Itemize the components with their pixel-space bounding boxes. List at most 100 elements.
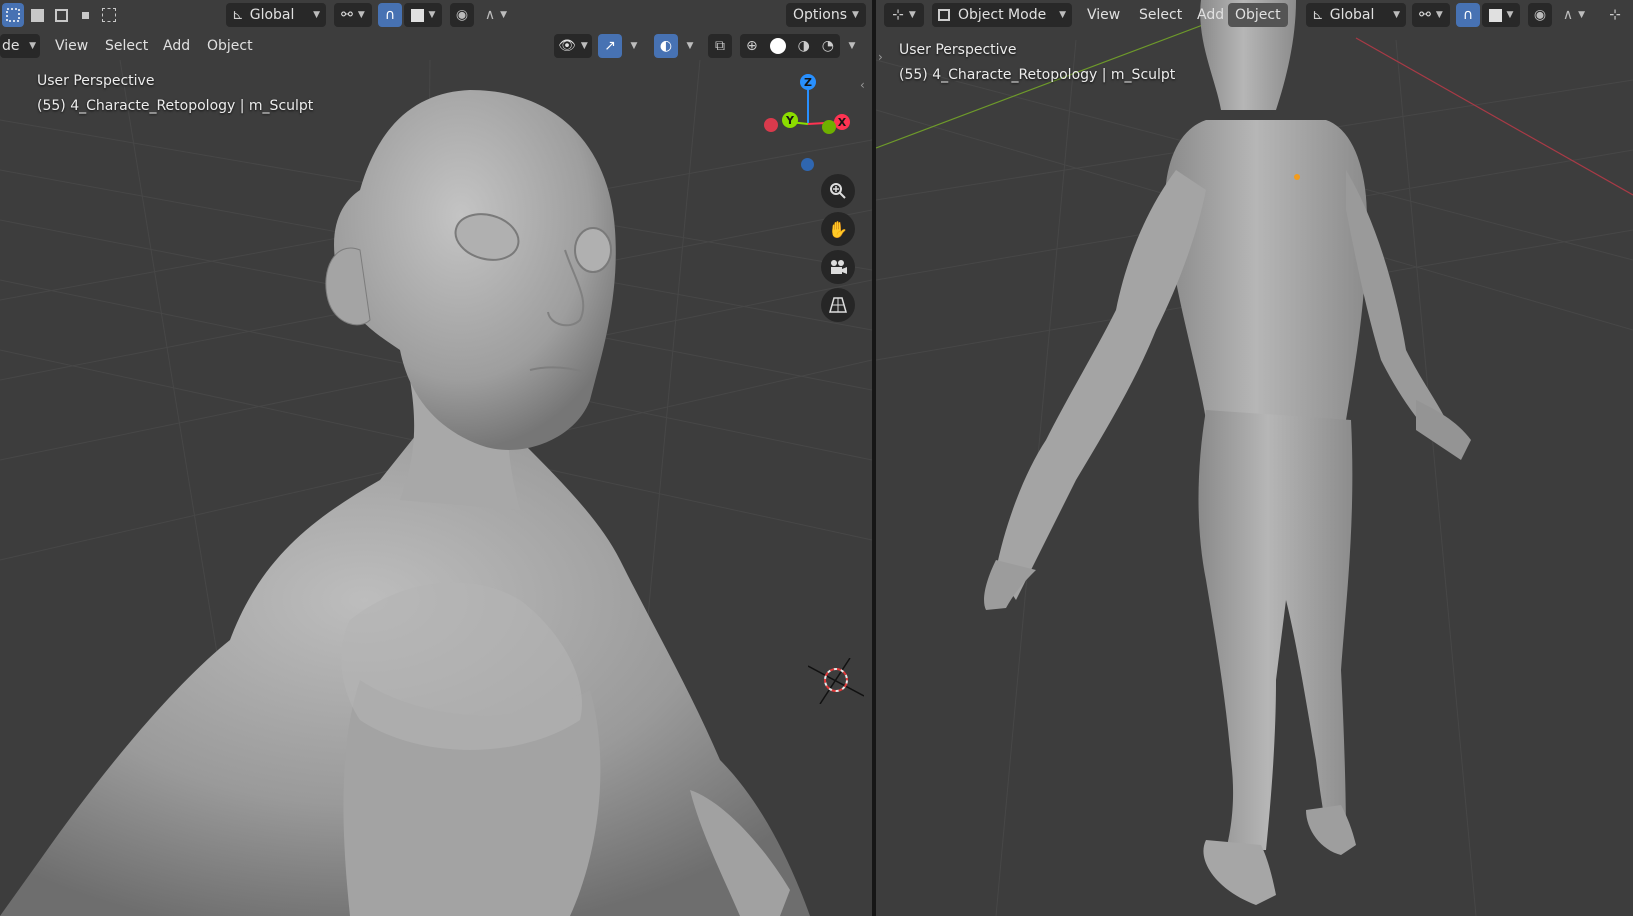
- menu-view[interactable]: View: [48, 34, 95, 58]
- object-mode-dropdown[interactable]: Object Mode ▼: [932, 3, 1072, 27]
- perspective-grid-icon: [829, 297, 847, 313]
- gizmo-x-axis[interactable]: X: [834, 114, 850, 130]
- overlays-dropdown[interactable]: ▼: [680, 34, 700, 58]
- chevron-down-icon: ▼: [630, 41, 638, 51]
- hand-pan-icon: ✋: [828, 219, 848, 239]
- chevron-down-icon: ▼: [580, 41, 588, 51]
- menu-view-label: View: [55, 38, 89, 54]
- proportional-edit-icon: ◉: [1533, 7, 1547, 23]
- extra-tool-dropdown[interactable]: ⊹: [1600, 3, 1630, 27]
- xray-toggle[interactable]: ⧉: [708, 34, 732, 58]
- menu-object[interactable]: Object: [1228, 3, 1288, 27]
- options-dropdown[interactable]: Options ▼: [786, 3, 866, 27]
- menu-view[interactable]: View: [1080, 3, 1127, 27]
- proportional-edit-toggle[interactable]: ◉: [1528, 3, 1552, 27]
- chevron-down-icon: ▼: [500, 10, 508, 20]
- tool-icon: ⊹: [1609, 7, 1621, 23]
- chevron-down-icon: ▼: [313, 10, 320, 20]
- rendered-shading-icon[interactable]: ◔: [822, 38, 834, 54]
- menu-object-label: Object: [207, 38, 253, 54]
- sidebar-toggle-icon[interactable]: ‹: [860, 78, 865, 92]
- pivot-point-dropdown[interactable]: ⚯ ▼: [1412, 3, 1450, 27]
- gizmo-neg-z-axis[interactable]: [801, 158, 814, 171]
- chevron-down-icon: ▼: [908, 10, 916, 20]
- chevron-down-icon: ▼: [1578, 10, 1586, 20]
- transform-orientation-dropdown[interactable]: ⊾ Global ▼: [1306, 3, 1406, 27]
- menu-select[interactable]: Select: [1132, 3, 1189, 27]
- select-box-icon: [6, 8, 20, 22]
- 3d-viewport-icon: ⊹: [892, 7, 904, 23]
- perspective-toggle-button[interactable]: [821, 288, 855, 322]
- eye-icon: 👁: [558, 38, 576, 54]
- snap-element-icon: [1488, 8, 1502, 22]
- select-extend-icon[interactable]: [26, 3, 48, 27]
- gizmo-y-axis[interactable]: Y: [782, 112, 798, 128]
- select-intersect-icon[interactable]: [98, 3, 120, 27]
- left-3d-viewport[interactable]: ⊾ Global ▼ ⚯ ▼ ∩ ▼ ◉ ∧ ▼ Options ▼ de ▼ Vi…: [0, 0, 872, 916]
- gizmo-x-label: X: [837, 115, 847, 129]
- orientation-axes-icon: ⊾: [1312, 7, 1324, 23]
- visibility-dropdown[interactable]: 👁 ▼: [554, 34, 592, 58]
- magnet-icon: ∩: [384, 7, 396, 23]
- solid-shading-icon[interactable]: [769, 38, 786, 54]
- chevron-down-icon: ▼: [1435, 10, 1443, 20]
- menu-object[interactable]: Object: [200, 34, 260, 58]
- proportional-edit-icon: ◉: [455, 7, 469, 23]
- mode-dropdown[interactable]: de ▼: [0, 34, 40, 58]
- view-name-label: User Perspective: [899, 42, 1017, 58]
- editor-type-dropdown[interactable]: ⊹ ▼: [884, 3, 924, 27]
- zoom-button[interactable]: [821, 174, 855, 208]
- pivot-point-dropdown[interactable]: ⚯ ▼: [334, 3, 372, 27]
- menu-select-label: Select: [105, 38, 149, 54]
- shading-dropdown[interactable]: ▼: [842, 34, 862, 58]
- chevron-down-icon: ▼: [1506, 10, 1514, 20]
- snap-toggle[interactable]: ∩: [1456, 3, 1480, 27]
- gizmo-neg-x-axis[interactable]: [764, 118, 778, 132]
- chevron-down-icon: ▼: [428, 10, 436, 20]
- menu-view-label: View: [1087, 7, 1121, 23]
- proportional-edit-toggle[interactable]: ◉: [450, 3, 474, 27]
- gizmo-dropdown[interactable]: ▼: [624, 34, 644, 58]
- navigation-gizmo[interactable]: Z Y X: [756, 70, 856, 180]
- menu-add-label: Add: [1197, 7, 1225, 23]
- snap-target-dropdown[interactable]: ▼: [404, 3, 442, 27]
- select-box-mode-icon[interactable]: [2, 3, 24, 27]
- gizmo-z-axis[interactable]: Z: [800, 74, 816, 90]
- chevron-down-icon: ▼: [1059, 10, 1066, 20]
- menu-select[interactable]: Select: [98, 34, 155, 58]
- snap-element-icon: [410, 8, 424, 22]
- snap-target-dropdown[interactable]: ▼: [1482, 3, 1520, 27]
- gizmo-y-label: Y: [786, 113, 794, 127]
- zoom-icon: [830, 183, 846, 199]
- select-subtract-icon[interactable]: [50, 3, 72, 27]
- right-3d-viewport[interactable]: ⊹ ▼ Object Mode ▼ View Select Add Object …: [876, 0, 1633, 916]
- falloff-dropdown[interactable]: ∧ ▼: [478, 3, 514, 27]
- chevron-down-icon: ▼: [1393, 10, 1400, 20]
- magnet-icon: ∩: [1462, 7, 1474, 23]
- falloff-dropdown[interactable]: ∧ ▼: [1556, 3, 1592, 27]
- snap-toggle[interactable]: ∩: [378, 3, 402, 27]
- options-label: Options: [793, 7, 848, 23]
- toolbar-toggle-icon[interactable]: ›: [878, 50, 883, 64]
- transform-orientation-dropdown[interactable]: ⊾ Global ▼: [226, 3, 326, 27]
- wireframe-shading-icon[interactable]: ⊕: [746, 38, 758, 54]
- gizmo-toggle[interactable]: ↗: [598, 34, 622, 58]
- gizmo-neg-y-axis[interactable]: [822, 120, 836, 134]
- pivot-icon: ⚯: [1419, 7, 1431, 23]
- material-shading-icon[interactable]: ◑: [798, 38, 810, 54]
- mode-label: de: [2, 38, 20, 54]
- shading-mode-group: ⊕ ◑ ◔: [740, 34, 840, 58]
- select-invert-icon[interactable]: [74, 3, 96, 27]
- object-info-label: (55) 4_Characte_Retopology | m_Sculpt: [899, 67, 1176, 83]
- chevron-down-icon: ▼: [852, 10, 859, 20]
- pan-button[interactable]: ✋: [821, 212, 855, 246]
- menu-add[interactable]: Add: [156, 34, 197, 58]
- sculpt-mesh-full-body: [984, 0, 1471, 905]
- orientation-label: Global: [249, 7, 295, 23]
- right-header: ⊹ ▼ Object Mode ▼ View Select Add Object …: [876, 0, 1633, 30]
- camera-view-button[interactable]: [821, 250, 855, 284]
- left-header-row1: ⊾ Global ▼ ⚯ ▼ ∩ ▼ ◉ ∧ ▼ Options ▼: [0, 0, 872, 30]
- menu-add[interactable]: Add: [1190, 3, 1231, 27]
- gizmo-arrow-icon: ↗: [604, 38, 616, 54]
- overlays-toggle[interactable]: ◐: [654, 34, 678, 58]
